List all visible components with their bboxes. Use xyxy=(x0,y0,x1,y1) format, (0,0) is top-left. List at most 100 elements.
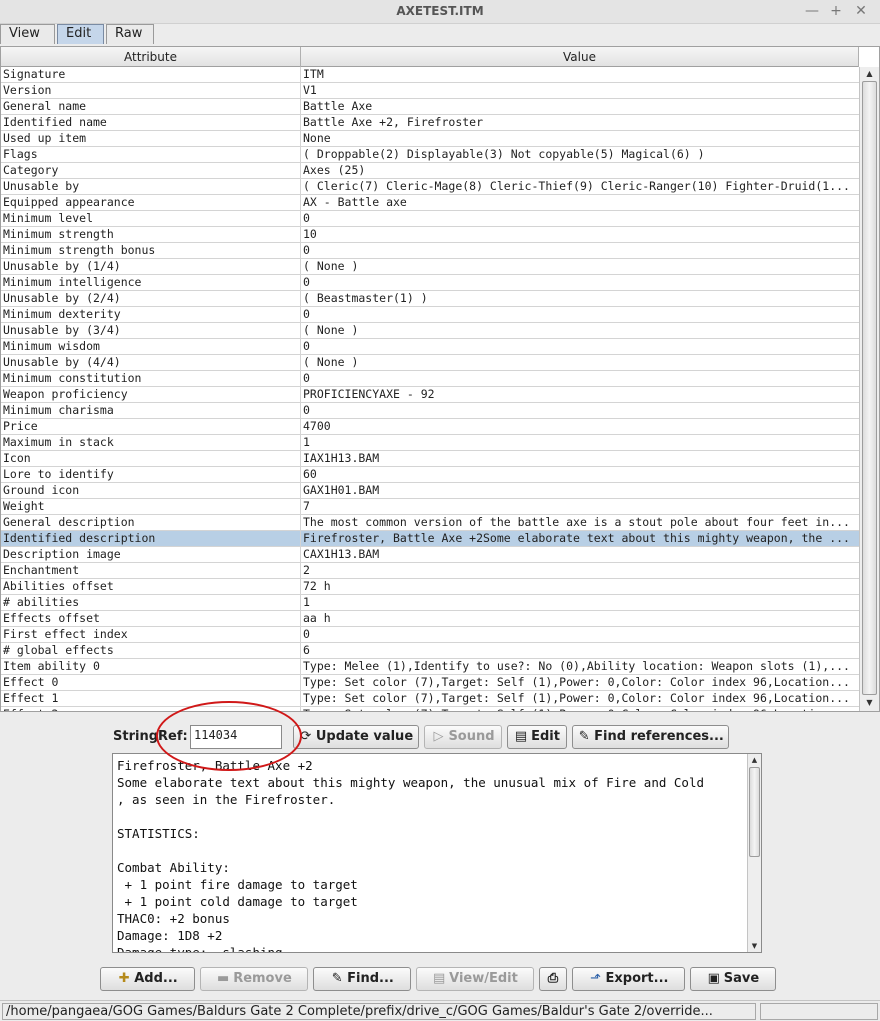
column-header-value[interactable]: Value xyxy=(301,47,859,67)
value-cell[interactable]: 4700 xyxy=(303,419,857,434)
table-row[interactable]: Minimum dexterity 0 xyxy=(1,307,859,323)
table-row[interactable]: Minimum charisma 0 xyxy=(1,403,859,419)
attribute-cell[interactable]: Unusable by (3/4) xyxy=(3,323,299,338)
tab-view[interactable]: View xyxy=(0,24,55,44)
value-cell[interactable]: ( None ) xyxy=(303,355,857,370)
value-cell[interactable]: 1 xyxy=(303,595,857,610)
value-cell[interactable]: 2 xyxy=(303,563,857,578)
attribute-cell[interactable]: Minimum level xyxy=(3,211,299,226)
attribute-cell[interactable]: Identified description xyxy=(3,531,299,546)
table-row[interactable]: Weight 7 xyxy=(1,499,859,515)
attribute-cell[interactable]: Minimum constitution xyxy=(3,371,299,386)
table-row[interactable]: Effects offset aa h xyxy=(1,611,859,627)
update-value-button[interactable]: ⟳ Update value xyxy=(293,725,419,749)
tab-edit[interactable]: Edit xyxy=(57,24,104,44)
string-text-area[interactable]: Firefroster, Battle Axe +2 Some elaborat… xyxy=(112,753,762,953)
print-button[interactable]: ⎙ xyxy=(539,967,567,991)
table-row[interactable]: General name Battle Axe xyxy=(1,99,859,115)
table-row[interactable]: Minimum level 0 xyxy=(1,211,859,227)
attribute-cell[interactable]: Unusable by (1/4) xyxy=(3,259,299,274)
value-cell[interactable]: aa h xyxy=(303,611,857,626)
find-references-button[interactable]: ✎ Find references... xyxy=(572,725,729,749)
attribute-cell[interactable]: Minimum strength bonus xyxy=(3,243,299,258)
attribute-cell[interactable]: # abilities xyxy=(3,595,299,610)
column-header-attribute[interactable]: Attribute xyxy=(1,47,301,67)
attribute-cell[interactable]: Effect 0 xyxy=(3,675,299,690)
value-cell[interactable]: IAX1H13.BAM xyxy=(303,451,857,466)
attribute-cell[interactable]: Abilities offset xyxy=(3,579,299,594)
value-cell[interactable]: ( Droppable(2) Displayable(3) Not copyab… xyxy=(303,147,857,162)
value-cell[interactable]: ( None ) xyxy=(303,259,857,274)
find-button[interactable]: ✎ Find... xyxy=(313,967,411,991)
attribute-cell[interactable]: Weapon proficiency xyxy=(3,387,299,402)
value-cell[interactable]: 60 xyxy=(303,467,857,482)
table-row[interactable]: General description The most common versi… xyxy=(1,515,859,531)
value-cell[interactable]: Type: Set color (7),Target: Self (1),Pow… xyxy=(303,675,857,690)
table-row[interactable]: First effect index 0 xyxy=(1,627,859,643)
remove-button[interactable]: ▬ Remove xyxy=(200,967,308,991)
view-edit-button[interactable]: ▤ View/Edit xyxy=(416,967,534,991)
text-scroll-down-icon[interactable]: ▼ xyxy=(748,940,761,952)
export-button[interactable]: ⬏ Export... xyxy=(572,967,685,991)
value-cell[interactable]: ( Cleric(7) Cleric-Mage(8) Cleric-Thief(… xyxy=(303,179,857,194)
scroll-up-icon[interactable]: ▲ xyxy=(860,67,879,81)
table-row[interactable]: Version V1 xyxy=(1,83,859,99)
attribute-cell[interactable]: Weight xyxy=(3,499,299,514)
value-cell[interactable]: 1 xyxy=(303,435,857,450)
attribute-cell[interactable]: Unusable by (4/4) xyxy=(3,355,299,370)
maximize-icon[interactable]: + xyxy=(826,2,846,20)
attribute-cell[interactable]: Minimum dexterity xyxy=(3,307,299,322)
attribute-cell[interactable]: Ground icon xyxy=(3,483,299,498)
attribute-cell[interactable]: Enchantment xyxy=(3,563,299,578)
table-row[interactable]: Icon IAX1H13.BAM xyxy=(1,451,859,467)
edit-button[interactable]: ▤ Edit xyxy=(507,725,567,749)
attribute-cell[interactable]: Minimum intelligence xyxy=(3,275,299,290)
attribute-cell[interactable]: Flags xyxy=(3,147,299,162)
attribute-cell[interactable]: Maximum in stack xyxy=(3,435,299,450)
string-text[interactable]: Firefroster, Battle Axe +2 Some elaborat… xyxy=(117,757,747,952)
table-scroll-thumb[interactable] xyxy=(862,81,877,695)
attribute-cell[interactable]: Minimum strength xyxy=(3,227,299,242)
table-row[interactable]: Effect 1 Type: Set color (7),Target: Self… xyxy=(1,691,859,707)
value-cell[interactable]: The most common version of the battle ax… xyxy=(303,515,857,530)
value-cell[interactable]: GAX1H01.BAM xyxy=(303,483,857,498)
table-row[interactable]: Identified name Battle Axe +2, Firefroste… xyxy=(1,115,859,131)
strref-input[interactable]: 114034 xyxy=(190,725,282,749)
attribute-cell[interactable]: Effect 1 xyxy=(3,691,299,706)
attribute-cell[interactable]: General name xyxy=(3,99,299,114)
table-row[interactable]: Weapon proficiency PROFICIENCYAXE - 92 xyxy=(1,387,859,403)
table-row[interactable]: Flags ( Droppable(2) Displayable(3) Not c… xyxy=(1,147,859,163)
value-cell[interactable]: Axes (25) xyxy=(303,163,857,178)
attribute-cell[interactable]: Identified name xyxy=(3,115,299,130)
text-scroll-up-icon[interactable]: ▲ xyxy=(748,754,761,766)
value-cell[interactable]: 0 xyxy=(303,371,857,386)
value-cell[interactable]: Type: Melee (1),Identify to use?: No (0)… xyxy=(303,659,857,674)
add-button[interactable]: ✚ Add... xyxy=(100,967,195,991)
attribute-cell[interactable]: Signature xyxy=(3,67,299,82)
value-cell[interactable]: AX - Battle axe xyxy=(303,195,857,210)
table-row[interactable]: Category Axes (25) xyxy=(1,163,859,179)
table-row[interactable]: Minimum intelligence 0 xyxy=(1,275,859,291)
table-row[interactable]: Effect 2 Type: Set color (7),Target: Self… xyxy=(1,707,859,711)
minimize-icon[interactable]: — xyxy=(802,2,822,20)
value-cell[interactable]: 0 xyxy=(303,275,857,290)
table-row[interactable]: Unusable by (2/4) ( Beastmaster(1) ) xyxy=(1,291,859,307)
value-cell[interactable]: 0 xyxy=(303,627,857,642)
attribute-cell[interactable]: Unusable by (2/4) xyxy=(3,291,299,306)
table-row[interactable]: Unusable by (3/4) ( None ) xyxy=(1,323,859,339)
table-row[interactable]: Description image CAX1H13.BAM xyxy=(1,547,859,563)
attribute-cell[interactable]: Effect 2 xyxy=(3,707,299,711)
attribute-cell[interactable]: Category xyxy=(3,163,299,178)
attribute-cell[interactable]: First effect index xyxy=(3,627,299,642)
text-scroll-thumb[interactable] xyxy=(749,767,760,857)
value-cell[interactable]: 0 xyxy=(303,243,857,258)
table-row[interactable]: Price 4700 xyxy=(1,419,859,435)
table-row[interactable]: Lore to identify 60 xyxy=(1,467,859,483)
scroll-down-icon[interactable]: ▼ xyxy=(860,696,879,710)
table-row[interactable]: Minimum strength 10 xyxy=(1,227,859,243)
value-cell[interactable]: 0 xyxy=(303,339,857,354)
value-cell[interactable]: 0 xyxy=(303,403,857,418)
table-row[interactable]: Signature ITM xyxy=(1,67,859,83)
attribute-cell[interactable]: General description xyxy=(3,515,299,530)
value-cell[interactable]: CAX1H13.BAM xyxy=(303,547,857,562)
